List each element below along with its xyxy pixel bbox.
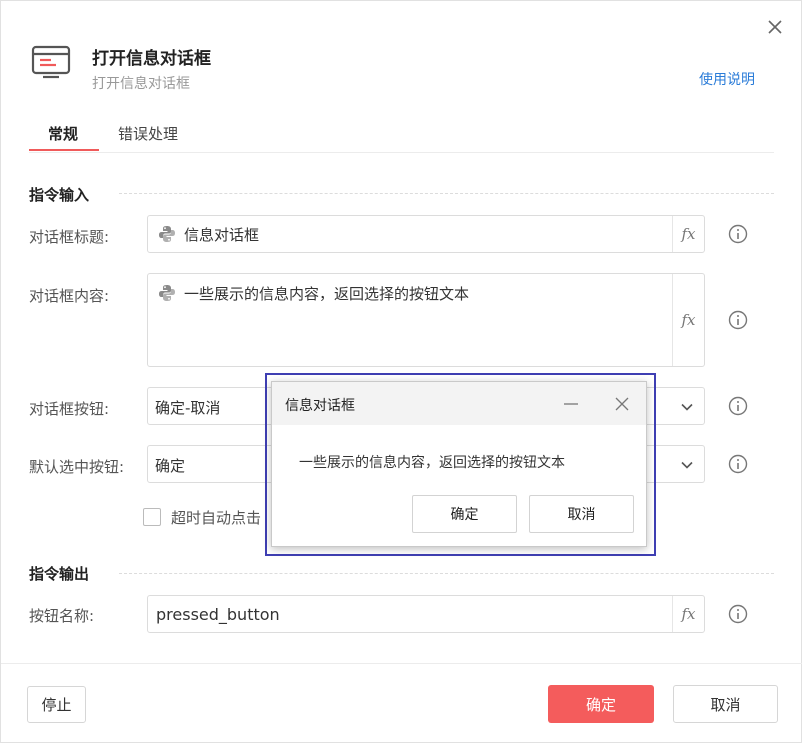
confirm-button[interactable]: 确定	[548, 685, 654, 723]
section-divider	[119, 193, 774, 194]
preview-message: 一些展示的信息内容，返回选择的按钮文本	[299, 455, 565, 471]
preview-title: 信息对话框	[285, 398, 355, 414]
dialog-content-value: 一些展示的信息内容，返回选择的按钮文本	[184, 285, 470, 303]
section-divider	[119, 573, 774, 574]
python-icon	[159, 226, 175, 242]
preview-cancel-button[interactable]: 取消	[529, 495, 634, 533]
default-button-label: 默认选中按钮:	[29, 458, 125, 476]
minimize-icon[interactable]	[562, 396, 580, 412]
close-icon[interactable]	[765, 17, 785, 37]
preview-message-box: 信息对话框 一些展示的信息内容，返回选择的按钮文本 确定 取消	[271, 381, 647, 547]
info-icon[interactable]	[728, 310, 748, 330]
help-link[interactable]: 使用说明	[699, 69, 755, 89]
button-name-input[interactable]: pressed_button fx	[147, 595, 705, 633]
fx-button[interactable]: fx	[672, 274, 704, 366]
fx-button[interactable]: fx	[672, 596, 704, 632]
info-icon[interactable]	[728, 604, 748, 624]
dialog-title-input[interactable]: 信息对话框 fx	[147, 215, 705, 253]
page-subtitle: 打开信息对话框	[92, 76, 190, 92]
info-icon[interactable]	[728, 396, 748, 416]
tab-error-handling[interactable]: 错误处理	[118, 123, 178, 144]
dialog-content-label: 对话框内容:	[29, 287, 110, 305]
preview-confirm-button[interactable]: 确定	[412, 495, 517, 533]
default-button-value: 确定	[155, 457, 186, 475]
timeout-auto-click-checkbox[interactable]	[143, 508, 161, 526]
chevron-down-icon	[681, 461, 693, 469]
dialog-title-value: 信息对话框	[184, 226, 260, 244]
timeout-auto-click-label: 超时自动点击	[171, 509, 262, 527]
cancel-button[interactable]: 取消	[673, 685, 778, 723]
dialog-buttons-value: 确定-取消	[155, 399, 221, 417]
python-icon	[159, 285, 175, 301]
command-dialog: 打开信息对话框 打开信息对话框 使用说明 常规 错误处理 指令输入 对话框标题:…	[0, 0, 802, 743]
footer-divider	[1, 663, 802, 664]
message-box-icon	[31, 45, 71, 79]
active-tab-indicator	[29, 149, 99, 151]
tab-bar: 常规 错误处理	[29, 119, 774, 153]
dialog-content-textarea[interactable]: 一些展示的信息内容，返回选择的按钮文本 fx	[147, 273, 705, 367]
dialog-title-label: 对话框标题:	[29, 228, 110, 246]
stop-button[interactable]: 停止	[27, 686, 86, 723]
close-icon[interactable]	[614, 396, 630, 412]
fx-button[interactable]: fx	[672, 216, 704, 252]
page-title: 打开信息对话框	[92, 49, 211, 69]
chevron-down-icon	[681, 403, 693, 411]
section-output-title: 指令输出	[29, 565, 90, 583]
section-input-title: 指令输入	[29, 186, 90, 204]
info-icon[interactable]	[728, 224, 748, 244]
dialog-buttons-label: 对话框按钮:	[29, 400, 110, 418]
button-name-label: 按钮名称:	[29, 607, 95, 625]
preview-titlebar: 信息对话框	[272, 382, 646, 425]
button-name-value: pressed_button	[156, 605, 280, 624]
tab-general[interactable]: 常规	[48, 123, 78, 144]
info-icon[interactable]	[728, 454, 748, 474]
